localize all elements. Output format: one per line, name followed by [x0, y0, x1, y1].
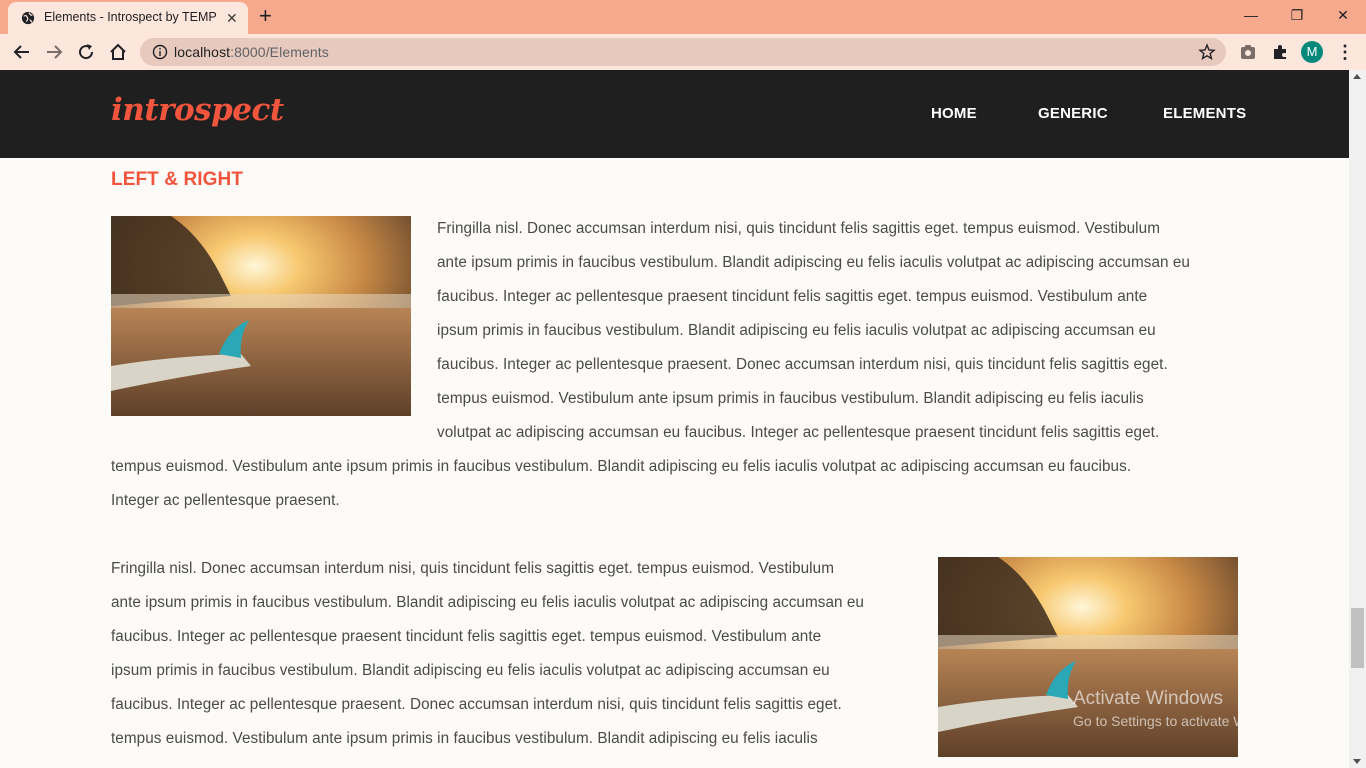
nav-generic[interactable]: GENERIC: [1038, 105, 1108, 122]
para1-line: ante ipsum primis in faucibus vestibulum…: [437, 254, 1190, 271]
nav-home[interactable]: HOME: [931, 105, 977, 122]
paragraph-left-image: Fringilla nisl. Donec accumsan interdum …: [437, 212, 1190, 450]
back-arrow-icon[interactable]: [12, 42, 32, 62]
para2-line: ipsum primis in faucibus vestibulum. Bla…: [111, 662, 830, 679]
puzzle-icon[interactable]: [1270, 42, 1290, 62]
nav-elements[interactable]: ELEMENTS: [1163, 105, 1246, 122]
globe-icon: [21, 11, 35, 25]
home-icon[interactable]: [108, 42, 128, 62]
reload-icon[interactable]: [76, 42, 96, 62]
para2-line: tempus euismod. Vestibulum ante ipsum pr…: [111, 730, 818, 747]
restore-button[interactable]: ❐: [1274, 0, 1320, 30]
para1-line: Integer ac pellentesque praesent.: [111, 492, 340, 509]
activate-windows-title: Activate Windows: [1073, 688, 1223, 709]
para1-line: ipsum primis in faucibus vestibulum. Bla…: [437, 322, 1156, 339]
page-viewport: introspect HOME GENERIC ELEMENTS LEFT & …: [0, 70, 1349, 768]
browser-tab-active[interactable]: Elements - Introspect by TEMPLA ✕: [8, 2, 248, 34]
para1-line: faucibus. Integer ac pellentesque praese…: [437, 356, 1168, 373]
info-icon[interactable]: [152, 44, 168, 60]
section-title: LEFT & RIGHT: [111, 169, 244, 190]
bookmark-star-icon[interactable]: [1198, 43, 1216, 61]
tab-close-icon[interactable]: ✕: [226, 10, 238, 26]
forward-arrow-icon[interactable]: [44, 42, 64, 62]
scroll-down-arrow-icon[interactable]: [1353, 759, 1361, 764]
tab-title: Elements - Introspect by TEMPLA: [44, 10, 216, 24]
url-text: localhost:8000/Elements: [174, 44, 329, 60]
paragraph-right-image: Fringilla nisl. Donec accumsan interdum …: [111, 552, 864, 756]
para2-line: faucibus. Integer ac pellentesque praese…: [111, 696, 842, 713]
para1-line: tempus euismod. Vestibulum ante ipsum pr…: [111, 458, 1132, 475]
para1-line: Fringilla nisl. Donec accumsan interdum …: [437, 220, 1160, 237]
site-logo[interactable]: introspect: [111, 92, 284, 128]
minimize-button[interactable]: —: [1228, 0, 1274, 30]
para2-line: faucibus. Integer ac pellentesque praese…: [111, 628, 822, 645]
browser-tab-bar: Elements - Introspect by TEMPLA ✕ + — ❐ …: [0, 0, 1366, 34]
para2-line: ante ipsum primis in faucibus vestibulum…: [111, 594, 864, 611]
site-header: introspect HOME GENERIC ELEMENTS: [0, 70, 1349, 158]
beach-image-left: [111, 216, 411, 416]
paragraph-left-image-cont: tempus euismod. Vestibulum ante ipsum pr…: [111, 450, 1131, 518]
new-tab-button[interactable]: +: [259, 4, 272, 28]
activate-windows-subtitle: Go to Settings to activate Windows.: [1073, 713, 1294, 729]
address-bar[interactable]: localhost:8000/Elements: [140, 38, 1226, 66]
profile-avatar[interactable]: M: [1301, 41, 1323, 63]
para1-line: volutpat ac adipiscing accumsan eu fauci…: [437, 424, 1160, 441]
url-path: :8000/Elements: [230, 44, 329, 60]
menu-kebab-icon[interactable]: ⋮: [1336, 42, 1354, 62]
scroll-up-arrow-icon[interactable]: [1353, 74, 1361, 79]
url-host: localhost: [174, 44, 231, 60]
para2-line: Fringilla nisl. Donec accumsan interdum …: [111, 560, 834, 577]
browser-toolbar: localhost:8000/Elements M ⋮: [0, 34, 1366, 70]
extension-icon[interactable]: [1238, 42, 1258, 62]
vertical-scrollbar[interactable]: [1349, 70, 1366, 768]
para1-line: tempus euismod. Vestibulum ante ipsum pr…: [437, 390, 1144, 407]
close-window-button[interactable]: ✕: [1320, 0, 1366, 30]
para1-line: faucibus. Integer ac pellentesque praese…: [437, 288, 1148, 305]
scrollbar-thumb[interactable]: [1351, 608, 1364, 668]
